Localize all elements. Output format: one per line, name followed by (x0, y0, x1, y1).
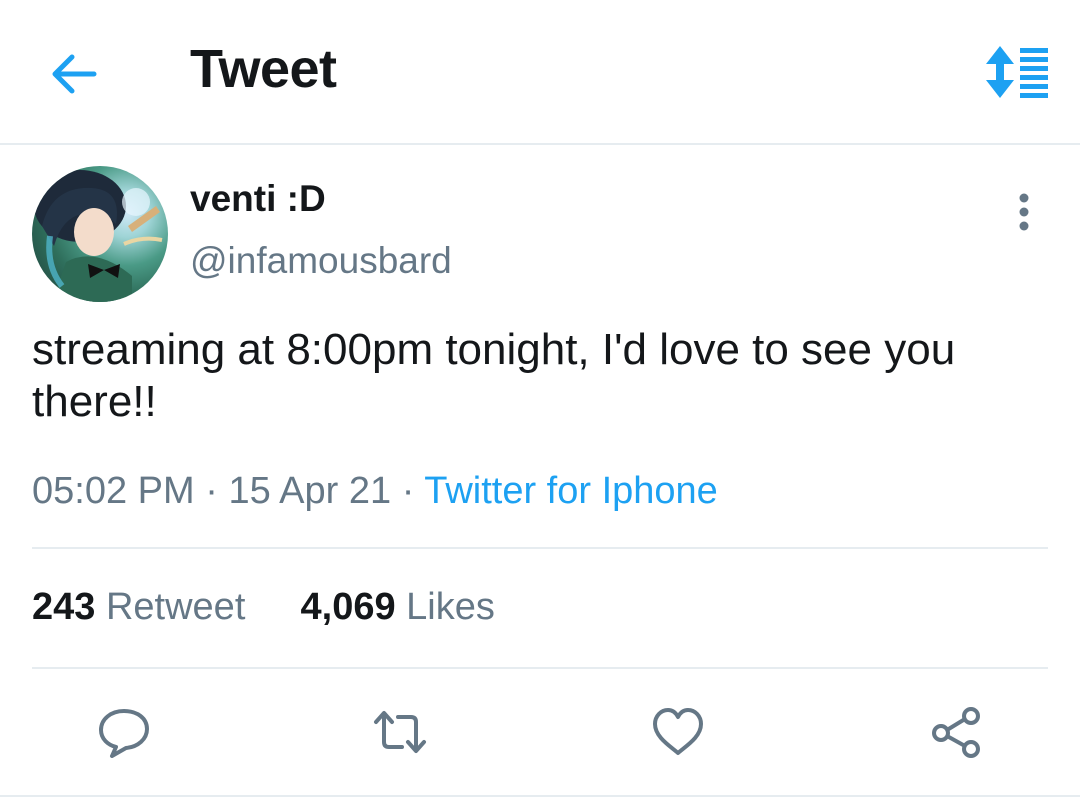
engagement-stats: 243 Retweet 4,069 Likes (32, 586, 495, 629)
reply-button[interactable] (96, 704, 152, 760)
display-name[interactable]: venti :D (190, 178, 326, 220)
retweet-button[interactable] (372, 704, 428, 760)
likes-label: Likes (406, 586, 495, 628)
like-button[interactable] (650, 704, 706, 760)
tweet-text: streaming at 8:00pm tonight, I'd love to… (32, 325, 956, 426)
tweet-time: 05:02 PM (32, 470, 195, 512)
more-options-button[interactable] (1008, 190, 1040, 234)
page-title: Tweet (190, 39, 337, 99)
retweets-stat[interactable]: 243 Retweet (32, 586, 256, 628)
username-handle[interactable]: @infamousbard (190, 240, 452, 282)
divider (32, 667, 1048, 669)
sort-list-icon (986, 46, 1048, 98)
meta-separator: · (205, 470, 218, 512)
retweets-label: Retweet (105, 586, 246, 628)
back-button[interactable] (46, 46, 102, 102)
likes-count: 4,069 (300, 586, 396, 628)
tweet-source-link[interactable]: Twitter for Iphone (424, 470, 718, 512)
like-icon (653, 708, 703, 755)
avatar[interactable] (32, 166, 168, 302)
share-icon (932, 707, 980, 758)
tweet-metadata: 05:02 PM · 15 Apr 21 · Twitter for Iphon… (32, 470, 718, 513)
top-app-bar: Tweet (0, 0, 1080, 145)
bottom-divider (0, 795, 1080, 797)
retweet-icon (374, 711, 426, 753)
likes-stat[interactable]: 4,069 Likes (301, 586, 495, 628)
more-vertical-icon (1019, 193, 1029, 231)
meta-separator: · (401, 470, 415, 512)
divider (32, 547, 1048, 549)
sort-button[interactable] (980, 44, 1052, 100)
tweet-date: 15 Apr 21 (228, 470, 392, 512)
share-button[interactable] (928, 704, 984, 760)
retweets-count: 243 (32, 586, 96, 628)
reply-icon (99, 709, 149, 758)
arrow-left-icon (52, 54, 97, 94)
avatar-image (34, 170, 163, 302)
